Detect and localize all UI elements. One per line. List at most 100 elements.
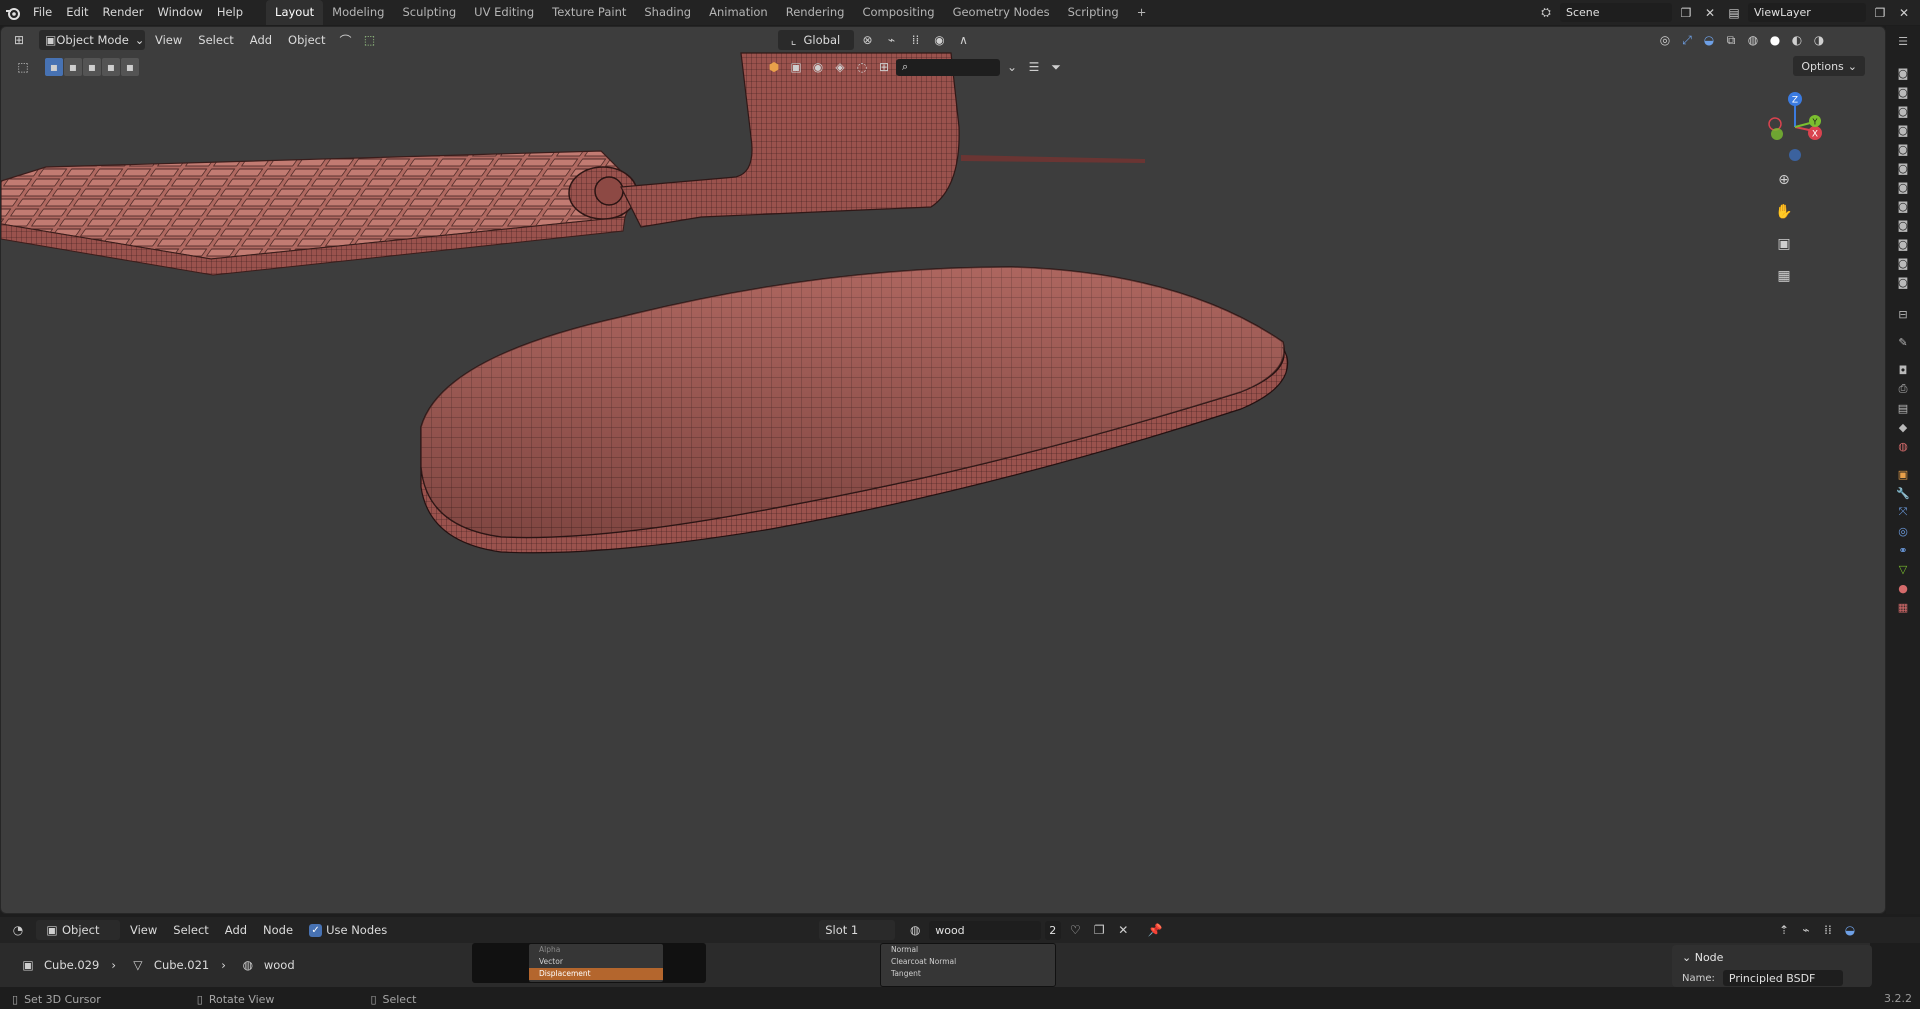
remove-view-layer-icon[interactable]: ✕ (1894, 3, 1914, 23)
3d-viewport[interactable]: ⊞ ▣ Object Mode ⌄ View Select Add Object ⌒… (0, 26, 1886, 914)
remove-scene-icon[interactable]: ✕ (1700, 3, 1720, 23)
menu-file[interactable]: File (26, 0, 59, 25)
xray-icon[interactable]: ⧉ (1721, 30, 1741, 50)
viewport-menu-view[interactable]: View (149, 30, 188, 50)
image-texture-node[interactable]: Alpha Vector Displacement (472, 943, 706, 983)
new-view-layer-icon[interactable]: ❐ (1870, 3, 1890, 23)
pivot-icon[interactable]: ⊗ (858, 30, 878, 50)
select-extend-icon[interactable]: ▪ (64, 58, 82, 76)
add-workspace-button[interactable]: + (1128, 0, 1156, 25)
node-overlay-icon[interactable]: ◒ (1840, 920, 1860, 940)
navigation-gizmo[interactable]: Z X Y (1755, 87, 1835, 167)
tab-sculpting[interactable]: Sculpting (393, 0, 465, 25)
particles-tab-icon[interactable]: ⤧ (1893, 503, 1913, 521)
filter-other-icon[interactable]: ⊞ (874, 57, 894, 77)
unlink-material-icon[interactable]: ✕ (1113, 920, 1133, 940)
material-name-field[interactable]: wood (929, 920, 1042, 940)
view-layer-field[interactable]: ViewLayer (1748, 3, 1866, 22)
select-intersect-icon[interactable]: ▪ (121, 58, 139, 76)
camera-restrict-icon[interactable]: ◙ (1893, 159, 1913, 177)
overlay-icon[interactable]: ◒ (1699, 30, 1719, 50)
data-tab-icon[interactable]: ▽ (1893, 560, 1913, 578)
proportional-edit-icon[interactable]: ◉ (930, 30, 950, 50)
visibility-icon[interactable]: ◎ (1655, 30, 1675, 50)
select-subtract-icon[interactable]: ▪ (83, 58, 101, 76)
menu-render[interactable]: Render (96, 0, 151, 25)
tab-uv-editing[interactable]: UV Editing (465, 0, 543, 25)
user-count[interactable]: 2 (1045, 920, 1062, 940)
tab-animation[interactable]: Animation (700, 0, 777, 25)
node-menu-node[interactable]: Node (257, 920, 299, 940)
camera-restrict-icon[interactable]: ◙ (1893, 121, 1913, 139)
pin-icon[interactable]: 📌 (1145, 920, 1165, 940)
viewport-menu-select[interactable]: Select (192, 30, 239, 50)
tab-rendering[interactable]: Rendering (777, 0, 854, 25)
sort-icon[interactable]: ⌄ (1002, 57, 1022, 77)
scene-field[interactable]: Scene (1560, 3, 1672, 22)
tab-compositing[interactable]: Compositing (853, 0, 943, 25)
tab-texture-paint[interactable]: Texture Paint (543, 0, 635, 25)
viewport-menu-object[interactable]: Object (282, 30, 331, 50)
funnel-icon[interactable]: ⏷ (1046, 57, 1066, 77)
node-snap-icon[interactable]: ⌁ (1796, 920, 1816, 940)
mode-dropdown[interactable]: ▣ Object Mode ⌄ (39, 30, 145, 50)
solid-shading-icon[interactable]: ● (1765, 30, 1785, 50)
menu-window[interactable]: Window (150, 0, 209, 25)
filter-light-icon[interactable]: ◉ (808, 57, 828, 77)
node-menu-add[interactable]: Add (219, 920, 253, 940)
blender-logo-icon[interactable] (0, 0, 26, 25)
tab-shading[interactable]: Shading (635, 0, 700, 25)
filter-options-icon[interactable]: ☰ (1024, 57, 1044, 77)
slot-dropdown[interactable]: Slot 1 (819, 920, 896, 940)
options-dropdown[interactable]: Options ⌄ (1793, 56, 1865, 76)
camera-restrict-icon[interactable]: ◙ (1893, 197, 1913, 215)
camera-restrict-icon[interactable]: ◙ (1893, 254, 1913, 272)
snap-icon[interactable]: ⌁ (882, 30, 902, 50)
camera-restrict-icon[interactable]: ◙ (1893, 102, 1913, 120)
filter-object-icon[interactable]: ▣ (786, 57, 806, 77)
filter-mesh-icon[interactable]: ⬢ (764, 57, 784, 77)
tab-geometry-nodes[interactable]: Geometry Nodes (944, 0, 1059, 25)
scene-tab-icon[interactable]: ◆ (1893, 418, 1913, 436)
texture-tab-icon[interactable]: ▦ (1893, 598, 1913, 616)
orientation-dropdown[interactable]: ⌞ Global (777, 30, 854, 50)
select-invert-icon[interactable]: ▪ (102, 58, 120, 76)
camera-restrict-icon[interactable]: ◙ (1893, 273, 1913, 291)
node-menu-view[interactable]: View (124, 920, 163, 940)
pan-hand-icon[interactable]: ✋ (1771, 199, 1797, 225)
view-layer-icon[interactable]: ▤ (1724, 3, 1744, 23)
editor-type-icon[interactable]: ⊞ (9, 30, 29, 50)
material-tab-icon[interactable]: ● (1893, 579, 1913, 597)
filter-camera-icon[interactable]: ◈ (830, 57, 850, 77)
properties-editor-icon[interactable]: ⊟ (1893, 305, 1913, 323)
world-tab-icon[interactable]: ◍ (1893, 437, 1913, 455)
fake-user-icon[interactable]: ♡ (1065, 920, 1085, 940)
tab-layout[interactable]: Layout (266, 0, 324, 25)
camera-restrict-icon[interactable]: ◙ (1893, 178, 1913, 196)
node-editor-canvas[interactable]: ▣ Cube.029 › ▽ Cube.021 › ◍ wood Alpha V… (0, 943, 1870, 987)
falloff-icon[interactable]: ∧ (954, 30, 974, 50)
modifier-tab-icon[interactable]: 🔧 (1893, 484, 1913, 502)
tab-modeling[interactable]: Modeling (323, 0, 393, 25)
physics-tab-icon[interactable]: ◎ (1893, 522, 1913, 540)
render-tab-icon[interactable]: ◘ (1893, 361, 1913, 379)
node-snap-mode-icon[interactable]: ⁞⁞ (1818, 920, 1838, 940)
select-tool-icon[interactable]: ⬚ (13, 57, 33, 77)
tool-tab-icon[interactable]: ✎ (1893, 333, 1913, 351)
menu-edit[interactable]: Edit (59, 0, 95, 25)
duplicate-material-icon[interactable]: ❐ (1089, 920, 1109, 940)
scene-icon[interactable]: ⛭ (1536, 3, 1556, 23)
gizmo-icon[interactable]: ⤢ (1677, 30, 1697, 50)
curve-icon[interactable]: ⌒ (336, 30, 356, 50)
zoom-icon[interactable]: ⊕ (1771, 167, 1797, 193)
filter-search-input[interactable]: ⌕ (896, 58, 1000, 76)
camera-restrict-icon[interactable]: ◙ (1893, 216, 1913, 234)
principled-bsdf-node[interactable]: Normal Clearcoat Normal Tangent (880, 943, 1056, 987)
output-tab-icon[interactable]: ⎙ (1893, 380, 1913, 398)
use-nodes-toggle[interactable]: ✓ Use Nodes (303, 920, 393, 940)
menu-help[interactable]: Help (210, 0, 250, 25)
node-name-field[interactable]: Principled BSDF (1722, 970, 1843, 986)
constraints-tab-icon[interactable]: ⚭ (1893, 541, 1913, 559)
view-layer-tab-icon[interactable]: ▤ (1893, 399, 1913, 417)
ortho-grid-icon[interactable]: ▦ (1771, 263, 1797, 289)
